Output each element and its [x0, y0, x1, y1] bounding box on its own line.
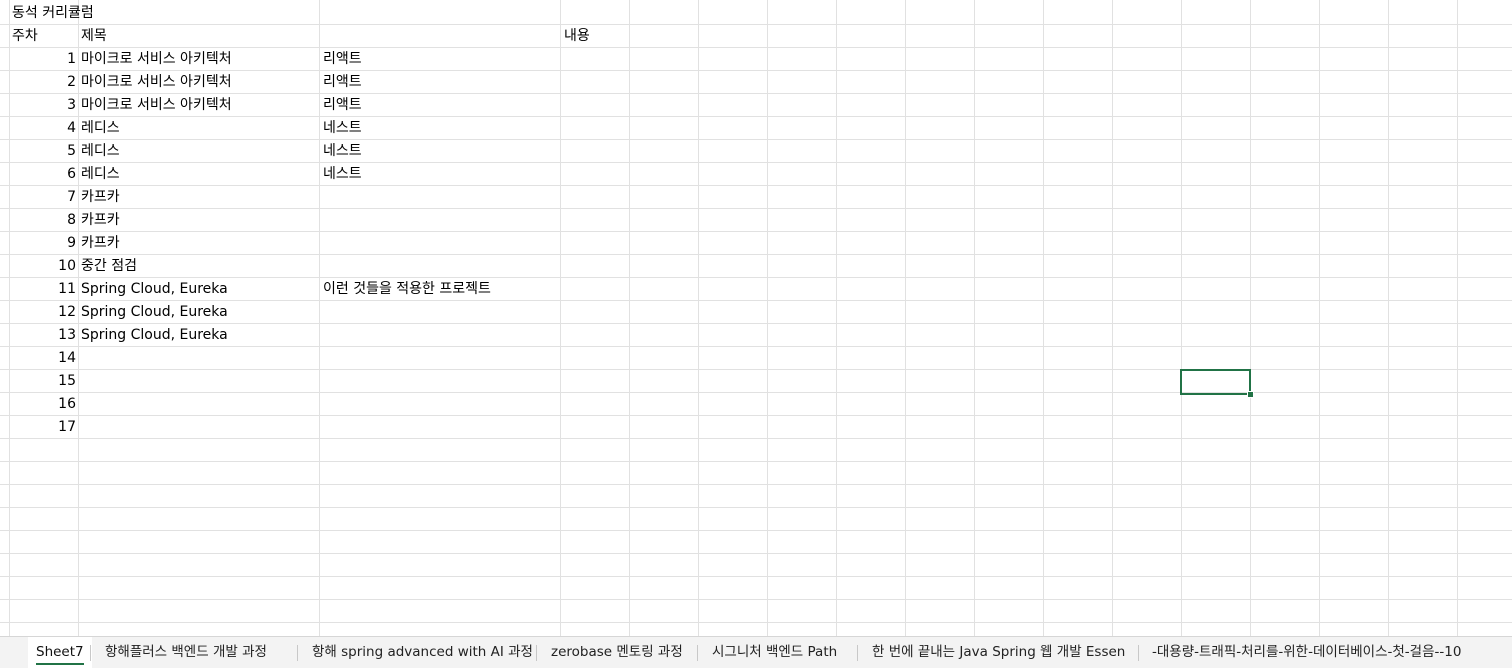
tab-label: 항해 spring advanced with AI 과정 — [312, 644, 533, 660]
week-cell[interactable]: 10 — [10, 255, 76, 277]
tab-separator — [697, 645, 698, 661]
title-cell[interactable]: Spring Cloud, Eureka — [81, 278, 228, 300]
week-cell[interactable]: 3 — [10, 94, 76, 116]
title-cell[interactable]: 카프카 — [81, 232, 120, 254]
title-cell[interactable]: 카프카 — [81, 209, 120, 231]
tab-label: zerobase 멘토링 과정 — [551, 644, 683, 660]
week-cell[interactable]: 11 — [10, 278, 76, 300]
sub-cell[interactable]: 리액트 — [323, 71, 362, 93]
title-cell[interactable]: Spring Cloud, Eureka — [81, 324, 228, 346]
week-cell[interactable]: 1 — [10, 48, 76, 70]
tab-label: -대용량-트래픽-처리를-위한-데이터베이스-첫-걸음--10 — [1152, 644, 1462, 660]
sub-cell[interactable]: 리액트 — [323, 94, 362, 116]
spreadsheet-grid[interactable]: 동석 커리큘럼 주차 제목 내용 1 마이크로 서비스 아키텍처 리액트 2 마… — [0, 0, 1512, 636]
sub-cell[interactable]: 네스트 — [323, 117, 362, 139]
tab-separator — [857, 645, 858, 661]
week-cell[interactable]: 8 — [10, 209, 76, 231]
tab-hanghae-plus-backend[interactable]: 항해플러스 백엔드 개발 과정 — [97, 637, 275, 668]
title-cell[interactable]: 레디스 — [81, 140, 120, 162]
tab-zerobase-mentoring[interactable]: zerobase 멘토링 과정 — [543, 637, 691, 668]
tab-separator — [536, 645, 537, 661]
week-cell[interactable]: 9 — [10, 232, 76, 254]
fill-handle[interactable] — [1247, 391, 1254, 398]
sheet-title-cell[interactable]: 동석 커리큘럼 — [12, 2, 94, 24]
title-cell[interactable]: 레디스 — [81, 117, 120, 139]
tab-label: 한 번에 끝내는 Java Spring 웹 개발 Essen — [872, 644, 1126, 660]
title-cell[interactable]: 레디스 — [81, 163, 120, 185]
week-cell[interactable]: 6 — [10, 163, 76, 185]
title-cell[interactable]: 마이크로 서비스 아키텍처 — [81, 48, 232, 70]
title-cell[interactable]: 중간 점검 — [81, 255, 137, 277]
selected-cell[interactable] — [1180, 369, 1251, 395]
tab-label: 항해플러스 백엔드 개발 과정 — [105, 644, 267, 660]
week-cell[interactable]: 17 — [10, 416, 76, 438]
sub-cell[interactable]: 리액트 — [323, 48, 362, 70]
sub-cell[interactable]: 네스트 — [323, 163, 362, 185]
header-week-cell[interactable]: 주차 — [12, 25, 38, 47]
tab-label: Sheet7 — [36, 644, 84, 660]
week-cell[interactable]: 15 — [10, 370, 76, 392]
week-cell[interactable]: 2 — [10, 71, 76, 93]
title-cell[interactable]: 마이크로 서비스 아키텍처 — [81, 71, 232, 93]
active-tab-indicator — [36, 663, 84, 665]
tab-java-spring-essen[interactable]: 한 번에 끝내는 Java Spring 웹 개발 Essen — [864, 637, 1133, 668]
tab-separator — [1138, 645, 1139, 661]
week-cell[interactable]: 16 — [10, 393, 76, 415]
week-cell[interactable]: 13 — [10, 324, 76, 346]
title-cell[interactable]: Spring Cloud, Eureka — [81, 301, 228, 323]
week-cell[interactable]: 5 — [10, 140, 76, 162]
week-cell[interactable]: 12 — [10, 301, 76, 323]
week-cell[interactable]: 7 — [10, 186, 76, 208]
title-cell[interactable]: 카프카 — [81, 186, 120, 208]
tab-label: 시그니처 백엔드 Path — [712, 644, 838, 660]
tab-sheet7[interactable]: Sheet7 — [28, 637, 92, 668]
tab-signature-backend-path[interactable]: 시그니처 백엔드 Path — [704, 637, 845, 668]
sheet-tab-bar: Sheet7 항해플러스 백엔드 개발 과정 항해 spring advance… — [0, 636, 1512, 668]
tab-separator — [297, 645, 298, 661]
header-title-cell[interactable]: 제목 — [81, 25, 107, 47]
title-cell[interactable]: 마이크로 서비스 아키텍처 — [81, 94, 232, 116]
week-cell[interactable]: 14 — [10, 347, 76, 369]
tab-separator — [90, 645, 91, 661]
tab-database-first-steps[interactable]: -대용량-트래픽-처리를-위한-데이터베이스-첫-걸음--10 — [1144, 637, 1469, 668]
tab-hanghae-spring-advanced[interactable]: 항해 spring advanced with AI 과정 — [304, 637, 541, 668]
sub-cell[interactable]: 이런 것들을 적용한 프로젝트 — [323, 278, 491, 300]
header-content-cell[interactable]: 내용 — [564, 25, 590, 47]
week-cell[interactable]: 4 — [10, 117, 76, 139]
sub-cell[interactable]: 네스트 — [323, 140, 362, 162]
